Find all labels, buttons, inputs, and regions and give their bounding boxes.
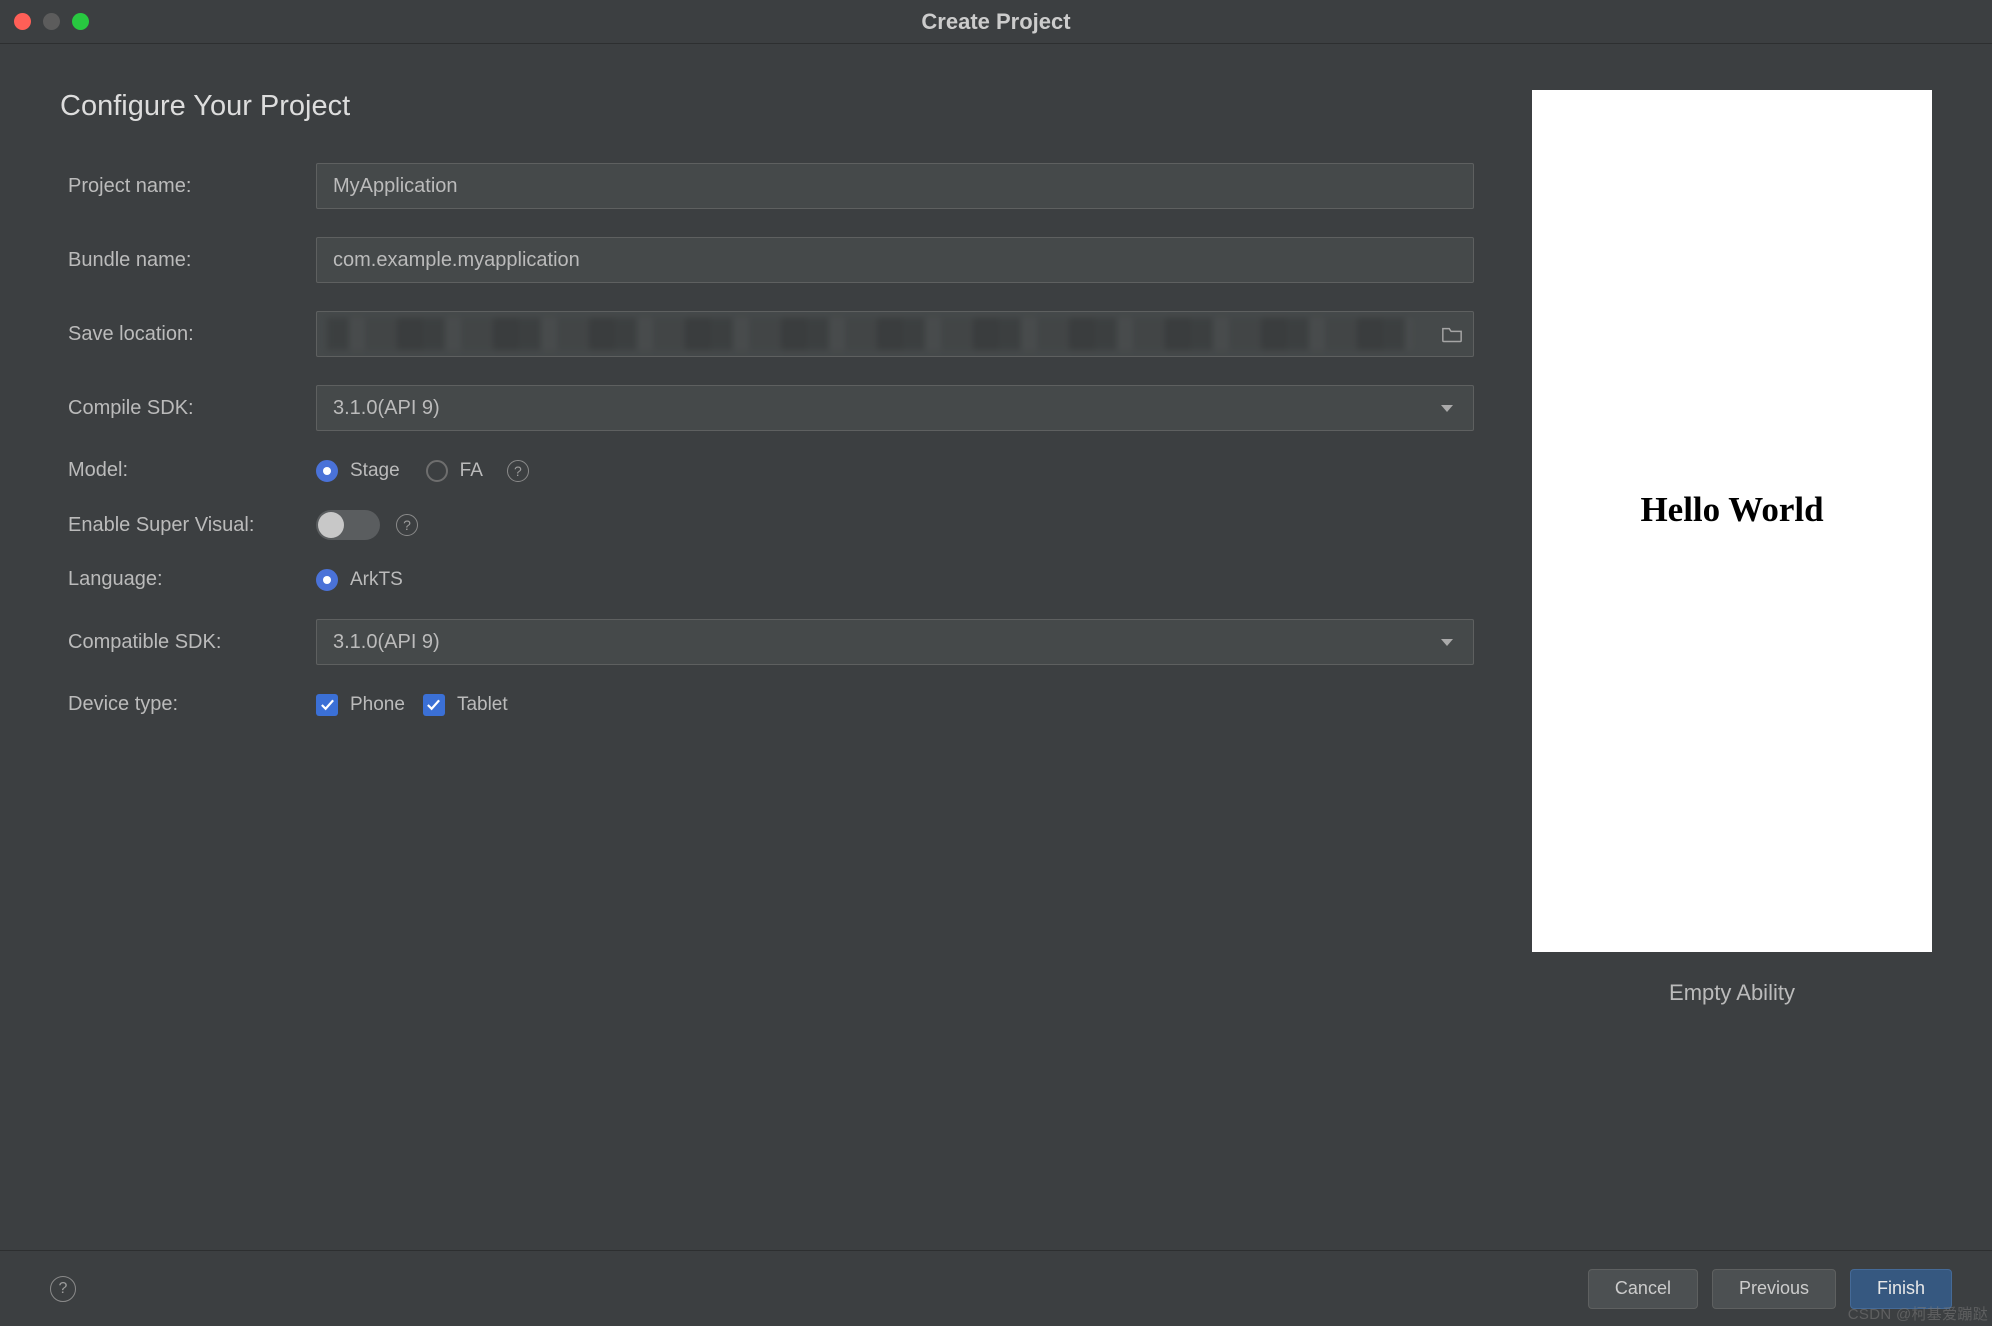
label-save-location: Save location: (68, 323, 316, 346)
label-super-visual: Enable Super Visual: (68, 514, 316, 537)
form-column: Configure Your Project Project name: Bun… (60, 90, 1474, 1250)
device-phone-label: Phone (350, 694, 405, 716)
device-tablet-checkbox[interactable]: Tablet (423, 694, 508, 716)
row-compatible-sdk: Compatible SDK: 3.1.0(API 9) (68, 619, 1474, 665)
row-save-location: Save location: (68, 311, 1474, 357)
label-device-type: Device type: (68, 693, 316, 716)
model-help-icon[interactable]: ? (507, 460, 529, 482)
model-radio-stage[interactable]: Stage (316, 460, 400, 482)
model-radio-fa[interactable]: FA (426, 460, 483, 482)
chevron-down-icon (1441, 405, 1453, 412)
label-compatible-sdk: Compatible SDK: (68, 631, 316, 654)
row-language: Language: ArkTS (68, 568, 1474, 591)
project-name-input[interactable] (316, 163, 1474, 209)
compile-sdk-value: 3.1.0(API 9) (333, 397, 440, 420)
preview-hello-text: Hello World (1640, 490, 1823, 530)
compile-sdk-select[interactable]: 3.1.0(API 9) (316, 385, 1474, 431)
radio-dot-icon (426, 460, 448, 482)
model-radio-group: Stage FA ? (316, 460, 529, 482)
language-arkts-label: ArkTS (350, 569, 403, 591)
row-bundle-name: Bundle name: (68, 237, 1474, 283)
model-stage-label: Stage (350, 460, 400, 482)
radio-dot-icon (316, 569, 338, 591)
label-language: Language: (68, 568, 316, 591)
device-phone-checkbox[interactable]: Phone (316, 694, 405, 716)
super-visual-help-icon[interactable]: ? (396, 514, 418, 536)
row-super-visual: Enable Super Visual: ? (68, 510, 1474, 540)
label-compile-sdk: Compile SDK: (68, 397, 316, 420)
window-controls (14, 13, 89, 30)
row-compile-sdk: Compile SDK: 3.1.0(API 9) (68, 385, 1474, 431)
checkmark-icon (316, 694, 338, 716)
device-type-group: Phone Tablet (316, 694, 508, 716)
folder-icon[interactable] (1441, 325, 1463, 343)
save-location-field (316, 311, 1474, 357)
checkmark-icon (423, 694, 445, 716)
radio-dot-icon (316, 460, 338, 482)
compatible-sdk-value: 3.1.0(API 9) (333, 631, 440, 654)
row-model: Model: Stage FA ? (68, 459, 1474, 482)
row-device-type: Device type: Phone Tablet (68, 693, 1474, 716)
preview-caption: Empty Ability (1669, 980, 1795, 1006)
cancel-button[interactable]: Cancel (1588, 1269, 1698, 1309)
close-window-button[interactable] (14, 13, 31, 30)
label-bundle-name: Bundle name: (68, 249, 316, 272)
project-form: Project name: Bundle name: Save location… (60, 163, 1474, 716)
titlebar: Create Project (0, 0, 1992, 44)
preview-column: Hello World Empty Ability (1532, 90, 1932, 1250)
compatible-sdk-select[interactable]: 3.1.0(API 9) (316, 619, 1474, 665)
bundle-name-input[interactable] (316, 237, 1474, 283)
label-model: Model: (68, 459, 316, 482)
content-area: Configure Your Project Project name: Bun… (0, 44, 1992, 1250)
footer-help-icon[interactable]: ? (50, 1276, 76, 1302)
create-project-window: Create Project Configure Your Project Pr… (0, 0, 1992, 1326)
device-tablet-label: Tablet (457, 694, 508, 716)
watermark-text: CSDN @柯基爱蹦跶 (1848, 1303, 1988, 1324)
page-heading: Configure Your Project (60, 90, 1474, 123)
language-radio-group: ArkTS (316, 569, 403, 591)
language-radio-arkts[interactable]: ArkTS (316, 569, 403, 591)
super-visual-toggle[interactable] (316, 510, 380, 540)
previous-button[interactable]: Previous (1712, 1269, 1836, 1309)
toggle-knob (318, 512, 344, 538)
chevron-down-icon (1441, 639, 1453, 646)
label-project-name: Project name: (68, 175, 316, 198)
minimize-window-button[interactable] (43, 13, 60, 30)
row-project-name: Project name: (68, 163, 1474, 209)
footer-bar: ? Cancel Previous Finish (0, 1250, 1992, 1326)
maximize-window-button[interactable] (72, 13, 89, 30)
preview-canvas: Hello World (1532, 90, 1932, 952)
window-title: Create Project (0, 9, 1992, 35)
model-fa-label: FA (460, 460, 483, 482)
